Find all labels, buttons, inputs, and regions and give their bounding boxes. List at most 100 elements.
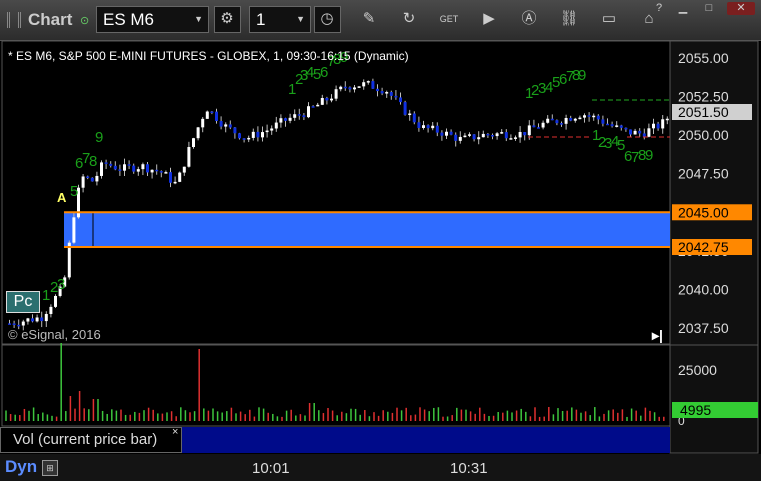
a-marker: A (57, 190, 67, 205)
price-tick-label: 2050.00 (678, 127, 729, 143)
candle-body (146, 164, 149, 173)
candle-body (49, 306, 53, 314)
candle-body (399, 97, 402, 103)
candle-body (100, 162, 103, 176)
price-zone[interactable] (64, 212, 670, 247)
candle-body (532, 125, 536, 128)
candle-body (656, 123, 660, 129)
candle-body (357, 86, 361, 88)
price-chart[interactable]: 1 2356789123456789123456789123456789 2055… (0, 0, 761, 481)
candle-body (159, 171, 163, 173)
candle-body (307, 106, 310, 118)
candle-body (537, 127, 540, 129)
candle-body (343, 86, 347, 89)
candle-body (403, 102, 407, 115)
candle-body (35, 317, 39, 322)
candle-body (192, 138, 195, 148)
candle-body (40, 317, 44, 322)
candle-body (44, 313, 48, 322)
candle-body (169, 172, 172, 183)
time-axis[interactable] (0, 454, 761, 481)
candle-body (486, 133, 490, 136)
candle-body (334, 89, 338, 99)
candle-body (109, 163, 113, 166)
candle-body (509, 138, 513, 140)
candle-body (518, 132, 522, 138)
candle-body (113, 165, 117, 170)
candle-body (196, 127, 200, 139)
candle-body (477, 137, 481, 140)
candle-body (265, 130, 269, 133)
price-tick-label: 2040.00 (678, 281, 729, 297)
candle-body (251, 131, 255, 138)
price-tick-label: 2052.50 (678, 89, 729, 105)
candle-body (601, 119, 605, 124)
candle-body (610, 124, 614, 127)
lower-level-label: 2042.75 (678, 239, 729, 255)
previous-close-badge[interactable]: Pc (6, 291, 40, 313)
dynamic-label[interactable]: Dyn (5, 457, 37, 477)
candle-body (215, 111, 218, 122)
candle-body (81, 176, 85, 188)
candle-body (228, 124, 232, 128)
candle-body (26, 318, 30, 322)
candle-body (284, 118, 287, 121)
candle-body (468, 134, 471, 136)
candle-body (578, 117, 582, 120)
candle-body (12, 323, 16, 325)
candle-body (261, 132, 264, 138)
candle-body (95, 175, 99, 182)
candle-body (247, 137, 251, 140)
candle-body (256, 131, 260, 138)
candle-body (389, 92, 393, 96)
candle-body (527, 125, 531, 136)
candle-body (8, 323, 11, 325)
candle-body (293, 114, 297, 118)
candle-body (546, 118, 550, 123)
candle-body (279, 118, 283, 123)
candle-body (449, 131, 453, 135)
volume-study-tab[interactable]: Vol (current price bar) (0, 427, 182, 453)
count-label: 3 (57, 276, 65, 293)
price-tick-label: 2037.50 (678, 320, 729, 336)
candle-body (90, 177, 94, 182)
candle-body (619, 125, 623, 128)
candle-body (514, 137, 517, 139)
candle-body (219, 121, 223, 127)
price-tick-label: 2055.00 (678, 50, 729, 66)
candle-body (385, 92, 389, 94)
candle-body (136, 169, 140, 172)
candle-body (201, 118, 205, 128)
time-label-1001: 10:01 (252, 460, 290, 477)
candle-body (123, 164, 126, 171)
candle-body (330, 98, 333, 101)
candle-body (274, 122, 278, 129)
candle-body (431, 125, 435, 129)
candle-body (371, 81, 375, 89)
candle-body (54, 295, 57, 307)
candle-body (523, 132, 527, 136)
candle-body (629, 129, 632, 135)
candle-body (187, 147, 191, 167)
candle-body (606, 123, 609, 126)
candle-body (638, 130, 642, 134)
candle-body (615, 125, 619, 127)
candle-body (141, 164, 145, 170)
candle-body (104, 162, 108, 164)
close-icon[interactable]: × (172, 426, 178, 438)
scroll-to-end-icon[interactable]: ▸| (652, 327, 663, 344)
candle-body (394, 95, 398, 98)
candle-body (491, 134, 494, 137)
candle-body (155, 169, 159, 172)
candle-body (642, 133, 646, 137)
fit-icon[interactable]: ⊞ (42, 460, 58, 476)
candle-body (417, 122, 421, 128)
candle-body (297, 114, 301, 116)
candle-body (422, 125, 425, 128)
candle-body (426, 125, 430, 129)
chart-title: * ES M6, S&P 500 E-MINI FUTURES - GLOBEX… (8, 49, 409, 63)
upper-level-label: 2045.00 (678, 204, 729, 220)
candle-body (178, 172, 182, 182)
candle-body (242, 138, 246, 140)
candle-body (302, 115, 306, 118)
